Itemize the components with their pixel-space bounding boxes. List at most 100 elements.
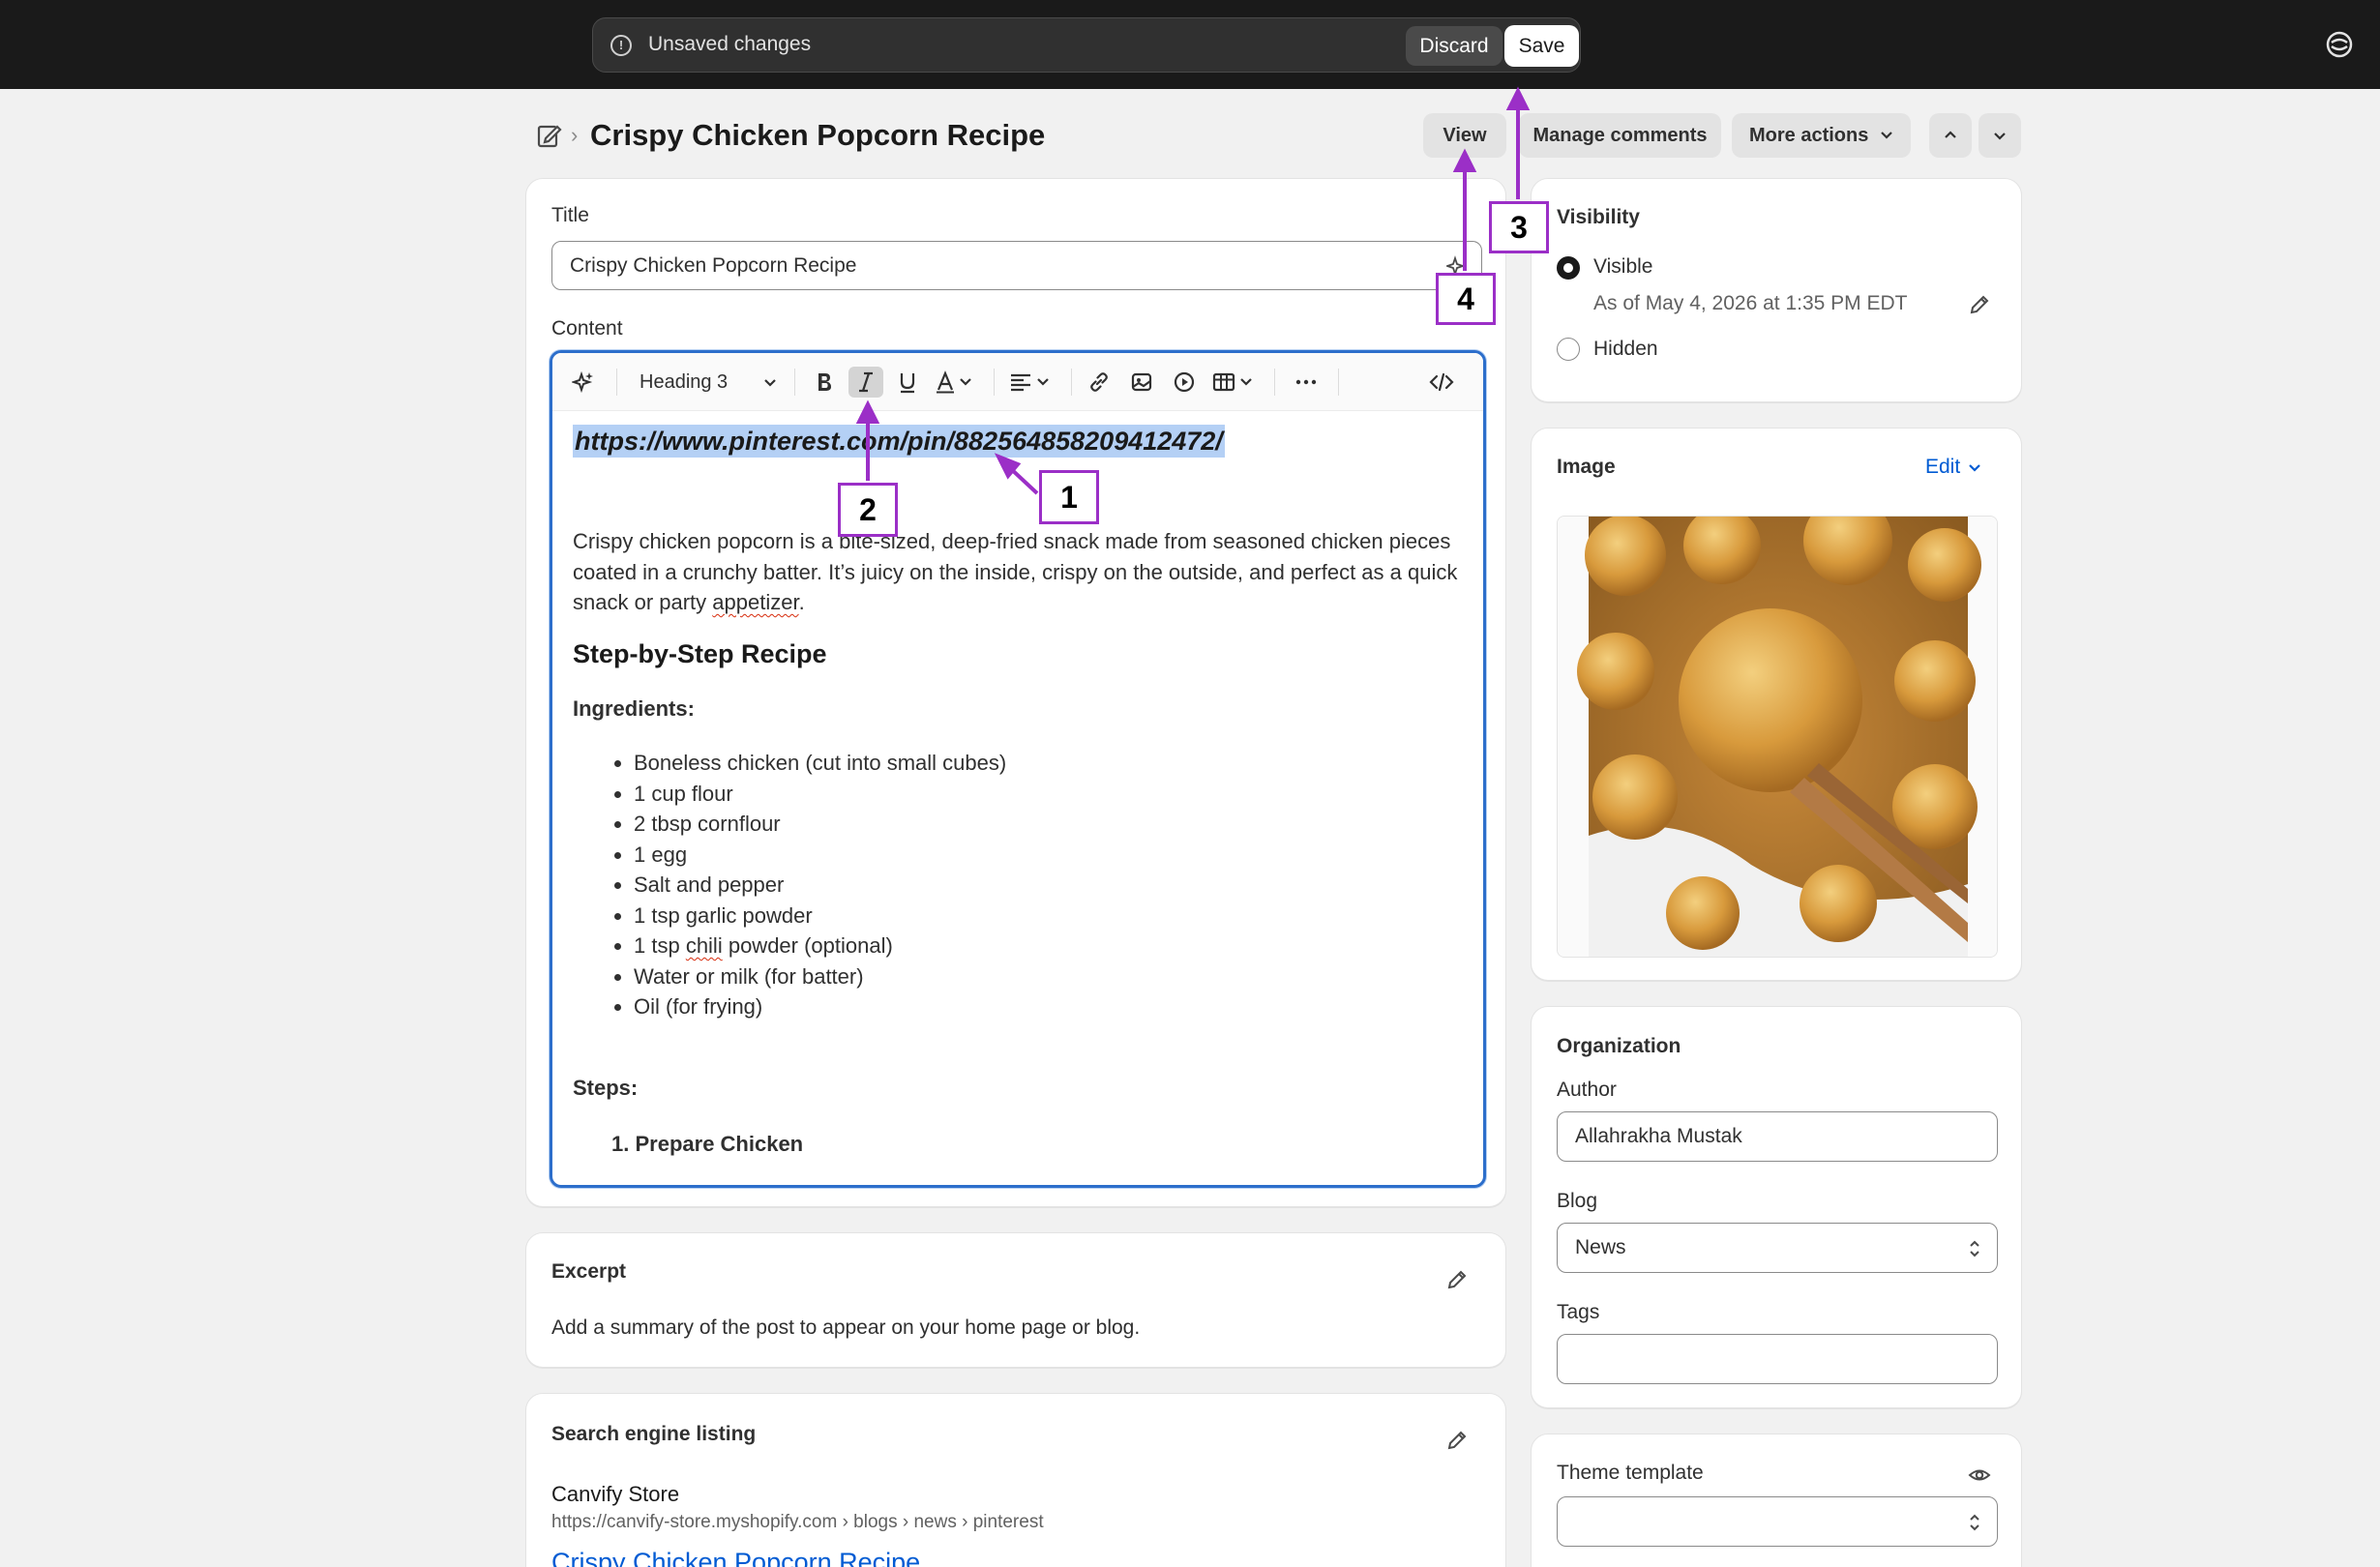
title-input[interactable]: Crispy Chicken Popcorn Recipe	[551, 241, 1482, 290]
text-color-icon	[937, 370, 971, 394]
table-icon	[1212, 372, 1252, 392]
previous-post-button[interactable]	[1929, 113, 1972, 158]
underline-icon	[900, 373, 915, 394]
content-label: Content	[551, 317, 623, 340]
italic-button[interactable]	[848, 367, 883, 398]
visible-radio[interactable]	[1557, 256, 1580, 280]
seo-url: https://canvify-store.myshopify.com › bl…	[551, 1512, 1044, 1532]
image-edit-button[interactable]: Edit	[1925, 456, 1983, 479]
image-title: Image	[1557, 456, 1616, 478]
discard-button[interactable]: Discard	[1406, 26, 1502, 66]
list-item: 1 egg	[634, 840, 1006, 871]
rich-text-editor[interactable]: Heading 3 https://www.pinterest.com/pin/…	[550, 350, 1486, 1188]
author-field[interactable]: Allahrakha Mustak	[1557, 1111, 1998, 1162]
align-button[interactable]	[1007, 367, 1057, 398]
unsaved-changes-text: Unsaved changes	[648, 33, 812, 55]
tags-input[interactable]	[1557, 1334, 1998, 1384]
top-bar: ! Unsaved changes Discard Save	[0, 0, 2380, 89]
visibility-title: Visibility	[1557, 206, 1640, 228]
theme-template-card: Theme template	[1531, 1434, 2022, 1567]
heading-select[interactable]: Heading 3	[640, 367, 779, 398]
select-arrows-icon	[1970, 1514, 1979, 1531]
recipe-heading: Step-by-Step Recipe	[573, 639, 827, 668]
manage-comments-button[interactable]: Manage comments	[1519, 113, 1721, 158]
bold-button[interactable]	[808, 367, 841, 398]
account-icon[interactable]	[2326, 31, 2353, 58]
toolbar-divider	[994, 369, 995, 396]
excerpt-title: Excerpt	[551, 1260, 627, 1283]
hidden-radio[interactable]	[1557, 338, 1580, 361]
pencil-icon[interactable]	[1445, 1429, 1469, 1452]
intro-text: Crispy chicken popcorn is a bite-sized, …	[573, 529, 1458, 614]
title-input-value: Crispy Chicken Popcorn Recipe	[570, 254, 857, 277]
main-content-card: Title Crispy Chicken Popcorn Recipe Cont…	[525, 178, 1506, 1207]
align-left-icon	[1011, 373, 1049, 392]
save-button[interactable]: Save	[1504, 25, 1579, 67]
toolbar-divider	[794, 369, 795, 396]
excerpt-card: Excerpt Add a summary of the post to app…	[525, 1232, 1506, 1368]
author-value: Allahrakha Mustak	[1575, 1125, 1742, 1147]
html-source-button[interactable]	[1425, 367, 1458, 398]
step-number: 1.	[611, 1132, 630, 1156]
selected-url-text[interactable]: https://www.pinterest.com/pin/8825648582…	[573, 425, 1225, 458]
image-card: Image Edit	[1531, 428, 2022, 981]
seo-card: Search engine listing Canvify Store http…	[525, 1393, 1506, 1567]
link-icon	[1090, 372, 1108, 392]
text-color-button[interactable]	[932, 367, 982, 398]
more-actions-label: More actions	[1749, 124, 1869, 146]
featured-image[interactable]	[1557, 516, 1998, 958]
underline-button[interactable]	[891, 367, 924, 398]
seo-link-title[interactable]: Crispy Chicken Popcorn Recipe	[551, 1548, 920, 1567]
insert-image-button[interactable]	[1125, 367, 1158, 398]
insert-link-button[interactable]	[1083, 367, 1116, 398]
list-item: Water or milk (for batter)	[634, 961, 1006, 992]
toolbar-divider	[1338, 369, 1339, 396]
intro-text-end: .	[798, 590, 805, 614]
annotation-label-2: 2	[838, 483, 898, 537]
list-item: Salt and pepper	[634, 870, 1006, 901]
visible-label: Visible	[1593, 255, 1653, 278]
list-item: Boneless chicken (cut into small cubes)	[634, 748, 1006, 779]
list-item: 1 tsp garlic powder	[634, 901, 1006, 931]
ai-generate-button[interactable]	[568, 367, 599, 398]
annotation-label-3: 3	[1489, 201, 1549, 253]
step-text: Prepare Chicken	[635, 1132, 804, 1156]
sparkle-icon	[572, 370, 593, 394]
select-arrows-icon	[1970, 1240, 1979, 1257]
image-edit-label: Edit	[1925, 456, 1961, 478]
seo-title: Search engine listing	[551, 1423, 757, 1445]
title-label: Title	[551, 204, 589, 226]
toolbar-divider	[616, 369, 617, 396]
bold-icon	[818, 373, 831, 391]
next-post-button[interactable]	[1978, 113, 2021, 158]
hidden-label: Hidden	[1593, 338, 1658, 360]
view-button[interactable]: View	[1423, 113, 1506, 158]
ingredients-label: Ingredients:	[573, 696, 695, 721]
italic-icon	[859, 371, 873, 393]
chevron-down-icon	[764, 379, 776, 387]
alert-icon: !	[610, 35, 632, 56]
toolbar-divider	[1071, 369, 1072, 396]
more-actions-button[interactable]: More actions	[1732, 113, 1911, 158]
image-icon	[1131, 372, 1152, 392]
step-1: 1. Prepare Chicken	[611, 1129, 803, 1160]
author-label: Author	[1557, 1079, 1617, 1101]
organization-title: Organization	[1557, 1035, 1681, 1057]
eye-icon[interactable]	[1968, 1464, 1991, 1487]
toolbar-divider	[1274, 369, 1275, 396]
theme-template-select[interactable]	[1557, 1496, 1998, 1547]
list-item: 2 tbsp cornflour	[634, 809, 1006, 840]
visible-date: As of May 4, 2026 at 1:35 PM EDT	[1593, 292, 1908, 314]
list-item: 1 tsp chili powder (optional)	[634, 931, 1006, 961]
pencil-icon[interactable]	[1968, 293, 1991, 316]
insert-video-button[interactable]	[1168, 367, 1201, 398]
insert-table-button[interactable]	[1210, 367, 1261, 398]
blog-select[interactable]: News	[1557, 1223, 1998, 1273]
chevron-down-icon	[1994, 133, 2006, 140]
pencil-icon[interactable]	[1445, 1268, 1469, 1291]
page-title: Crispy Chicken Popcorn Recipe	[590, 118, 1046, 152]
blog-value: News	[1575, 1236, 1626, 1258]
tags-label: Tags	[1557, 1301, 1600, 1323]
more-formatting-button[interactable]	[1290, 367, 1323, 398]
misspelled-word: appetizer	[712, 590, 799, 614]
